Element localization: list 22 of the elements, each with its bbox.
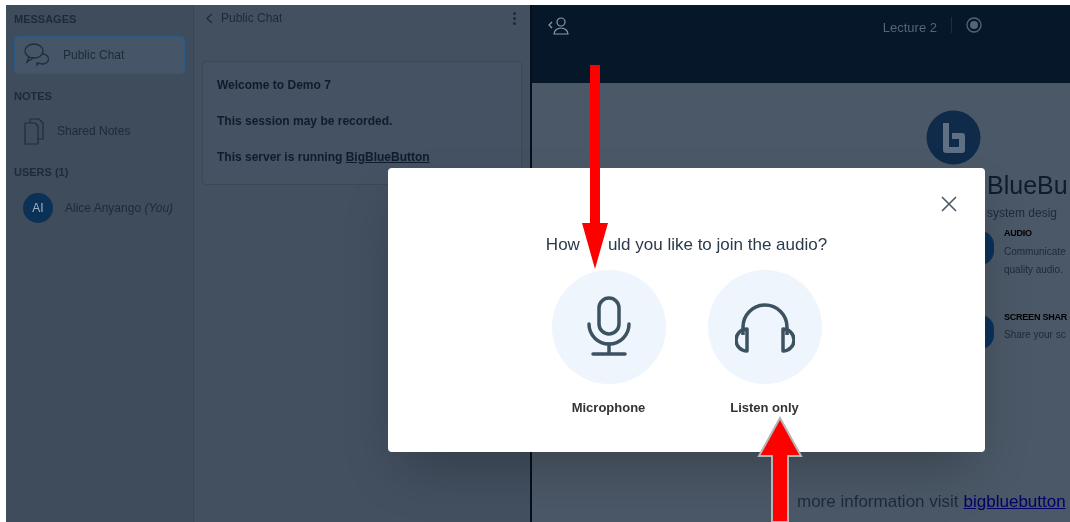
presentation-title: Lecture 2 [882,19,937,37]
chat-message: This session may be recorded. [217,113,394,130]
feature-title: AUDIO [1004,227,1033,240]
documents-icon [23,117,45,145]
speech-bubbles-icon [23,41,51,68]
microphone-icon [586,295,631,358]
record-icon[interactable] [966,17,982,33]
feature-title: SCREEN SHAR [1004,310,1068,324]
headphones-icon [734,300,795,353]
user-list-toggle-icon[interactable] [548,17,570,35]
chat-message: This server is running BigBlueButton [217,149,431,166]
logo-icon [926,110,981,165]
link[interactable]: bigbluebutton [963,489,1066,515]
more-options-icon[interactable] [511,10,518,26]
link[interactable]: BigBlueButton [345,150,430,164]
dialog-question: uld you like to join the audio? [607,234,828,256]
chat-message: Welcome to Demo 7 [217,77,332,94]
close-icon[interactable] [941,196,957,212]
presentation-heading: BlueBu [987,170,1068,200]
avatar: AI [23,192,53,223]
dialog-question: How [545,234,580,256]
back-icon[interactable] [206,12,213,24]
